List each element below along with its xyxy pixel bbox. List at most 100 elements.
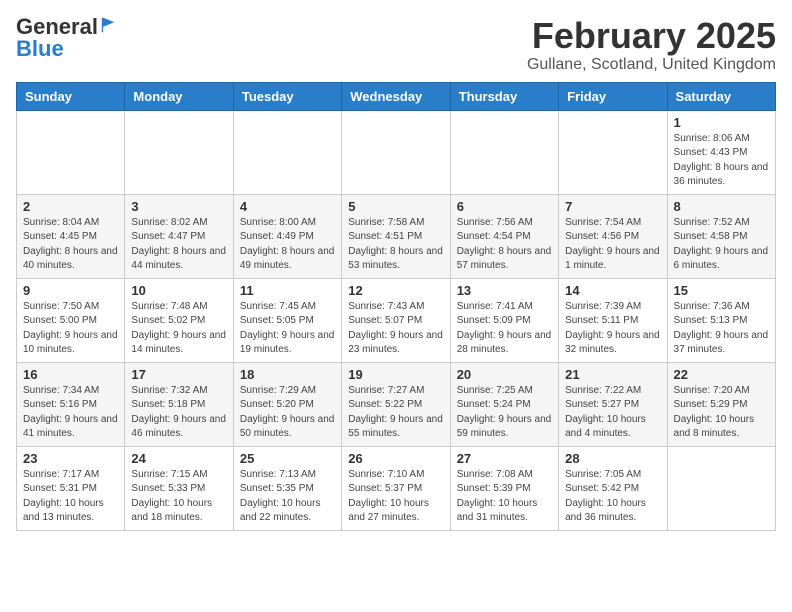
weekday-header-monday: Monday [125,82,233,110]
calendar-cell [125,110,233,194]
day-info: Sunrise: 7:15 AMSunset: 5:33 PMDaylight:… [131,468,226,526]
day-info: Sunrise: 7:20 AMSunset: 5:29 PMDaylight:… [674,384,769,442]
day-number: 2 [23,199,118,214]
calendar-cell: 17 Sunrise: 7:32 AMSunset: 5:18 PMDayligh… [125,362,233,446]
day-number: 20 [457,367,552,382]
page-header: General Blue February 2025 Gullane, Scot… [16,16,776,74]
day-number: 24 [131,451,226,466]
calendar-cell: 7Sunrise: 7:54 AMSunset: 4:56 PMDaylight… [559,194,667,278]
day-info: Sunrise: 7:50 AMSunset: 5:00 PMDaylight:… [23,300,118,358]
calendar-cell: 28 Sunrise: 7:05 AMSunset: 5:42 PMDayligh… [559,446,667,530]
calendar-cell: 1 Sunrise: 8:06 AMSunset: 4:43 PMDaylight… [667,110,775,194]
logo-blue-text: Blue [16,36,64,61]
day-info: Sunrise: 8:06 AMSunset: 4:43 PMDaylight:… [674,132,769,190]
calendar-table: SundayMondayTuesdayWednesdayThursdayFrid… [16,82,776,531]
calendar-cell: 24 Sunrise: 7:15 AMSunset: 5:33 PMDayligh… [125,446,233,530]
weekday-header-sunday: Sunday [17,82,125,110]
day-info: Sunrise: 8:04 AMSunset: 4:45 PMDaylight:… [23,216,118,274]
day-info: Sunrise: 7:56 AMSunset: 4:54 PMDaylight:… [457,216,552,274]
title-block: February 2025 Gullane, Scotland, United … [527,16,776,74]
day-number: 26 [348,451,443,466]
calendar-cell: 20 Sunrise: 7:25 AMSunset: 5:24 PMDayligh… [450,362,558,446]
calendar-cell: 8 Sunrise: 7:52 AMSunset: 4:58 PMDaylight… [667,194,775,278]
day-number: 12 [348,283,443,298]
calendar-cell [342,110,450,194]
day-number: 7 [565,199,660,214]
weekday-header-thursday: Thursday [450,82,558,110]
calendar-cell: 19 Sunrise: 7:27 AMSunset: 5:22 PMDayligh… [342,362,450,446]
day-number: 9 [23,283,118,298]
calendar-cell: 5 Sunrise: 7:58 AMSunset: 4:51 PMDaylight… [342,194,450,278]
calendar-cell: 18 Sunrise: 7:29 AMSunset: 5:20 PMDayligh… [233,362,341,446]
day-number: 6 [457,199,552,214]
weekday-header-saturday: Saturday [667,82,775,110]
day-info: Sunrise: 7:10 AMSunset: 5:37 PMDaylight:… [348,468,443,526]
calendar-cell: 12 Sunrise: 7:43 AMSunset: 5:07 PMDayligh… [342,278,450,362]
calendar-cell: 26 Sunrise: 7:10 AMSunset: 5:37 PMDayligh… [342,446,450,530]
day-number: 5 [348,199,443,214]
day-info: Sunrise: 7:25 AMSunset: 5:24 PMDaylight:… [457,384,552,442]
day-info: Sunrise: 8:02 AMSunset: 4:47 PMDaylight:… [131,216,226,274]
calendar-cell: 16 Sunrise: 7:34 AMSunset: 5:16 PMDayligh… [17,362,125,446]
day-number: 22 [674,367,769,382]
calendar-cell: 9 Sunrise: 7:50 AMSunset: 5:00 PMDaylight… [17,278,125,362]
day-number: 11 [240,283,335,298]
day-info: Sunrise: 7:41 AMSunset: 5:09 PMDaylight:… [457,300,552,358]
calendar-title: February 2025 [527,16,776,56]
day-number: 4 [240,199,335,214]
calendar-cell [17,110,125,194]
day-info: Sunrise: 7:17 AMSunset: 5:31 PMDaylight:… [23,468,118,526]
week-row-3: 9 Sunrise: 7:50 AMSunset: 5:00 PMDaylight… [17,278,776,362]
day-number: 19 [348,367,443,382]
calendar-cell: 4 Sunrise: 8:00 AMSunset: 4:49 PMDaylight… [233,194,341,278]
day-number: 21 [565,367,660,382]
day-info: Sunrise: 7:27 AMSunset: 5:22 PMDaylight:… [348,384,443,442]
day-info: Sunrise: 7:34 AMSunset: 5:16 PMDaylight:… [23,384,118,442]
calendar-cell: 22 Sunrise: 7:20 AMSunset: 5:29 PMDayligh… [667,362,775,446]
day-info: Sunrise: 7:43 AMSunset: 5:07 PMDaylight:… [348,300,443,358]
calendar-cell [559,110,667,194]
day-number: 15 [674,283,769,298]
week-row-4: 16 Sunrise: 7:34 AMSunset: 5:16 PMDayligh… [17,362,776,446]
weekday-header-row: SundayMondayTuesdayWednesdayThursdayFrid… [17,82,776,110]
day-info: Sunrise: 7:45 AMSunset: 5:05 PMDaylight:… [240,300,335,358]
weekday-header-wednesday: Wednesday [342,82,450,110]
day-info: Sunrise: 7:58 AMSunset: 4:51 PMDaylight:… [348,216,443,274]
day-number: 25 [240,451,335,466]
day-info: Sunrise: 7:48 AMSunset: 5:02 PMDaylight:… [131,300,226,358]
day-number: 1 [674,115,769,130]
day-info: Sunrise: 7:36 AMSunset: 5:13 PMDaylight:… [674,300,769,358]
calendar-cell [667,446,775,530]
week-row-5: 23Sunrise: 7:17 AMSunset: 5:31 PMDayligh… [17,446,776,530]
calendar-cell: 23Sunrise: 7:17 AMSunset: 5:31 PMDayligh… [17,446,125,530]
day-info: Sunrise: 7:29 AMSunset: 5:20 PMDaylight:… [240,384,335,442]
day-number: 3 [131,199,226,214]
calendar-cell: 13 Sunrise: 7:41 AMSunset: 5:09 PMDayligh… [450,278,558,362]
logo: General Blue [16,16,118,60]
day-info: Sunrise: 7:32 AMSunset: 5:18 PMDaylight:… [131,384,226,442]
calendar-cell: 10 Sunrise: 7:48 AMSunset: 5:02 PMDayligh… [125,278,233,362]
calendar-subtitle: Gullane, Scotland, United Kingdom [527,56,776,74]
weekday-header-tuesday: Tuesday [233,82,341,110]
day-info: Sunrise: 7:08 AMSunset: 5:39 PMDaylight:… [457,468,552,526]
day-number: 8 [674,199,769,214]
calendar-cell: 27Sunrise: 7:08 AMSunset: 5:39 PMDayligh… [450,446,558,530]
day-number: 17 [131,367,226,382]
day-number: 13 [457,283,552,298]
day-number: 18 [240,367,335,382]
weekday-header-friday: Friday [559,82,667,110]
calendar-cell [450,110,558,194]
calendar-cell: 25Sunrise: 7:13 AMSunset: 5:35 PMDayligh… [233,446,341,530]
day-info: Sunrise: 7:22 AMSunset: 5:27 PMDaylight:… [565,384,660,442]
day-info: Sunrise: 7:52 AMSunset: 4:58 PMDaylight:… [674,216,769,274]
day-number: 16 [23,367,118,382]
day-info: Sunrise: 7:39 AMSunset: 5:11 PMDaylight:… [565,300,660,358]
logo-flag-icon [100,16,118,34]
day-number: 10 [131,283,226,298]
day-info: Sunrise: 7:05 AMSunset: 5:42 PMDaylight:… [565,468,660,526]
day-number: 28 [565,451,660,466]
calendar-cell: 11 Sunrise: 7:45 AMSunset: 5:05 PMDayligh… [233,278,341,362]
week-row-1: 1 Sunrise: 8:06 AMSunset: 4:43 PMDaylight… [17,110,776,194]
day-info: Sunrise: 8:00 AMSunset: 4:49 PMDaylight:… [240,216,335,274]
day-number: 14 [565,283,660,298]
